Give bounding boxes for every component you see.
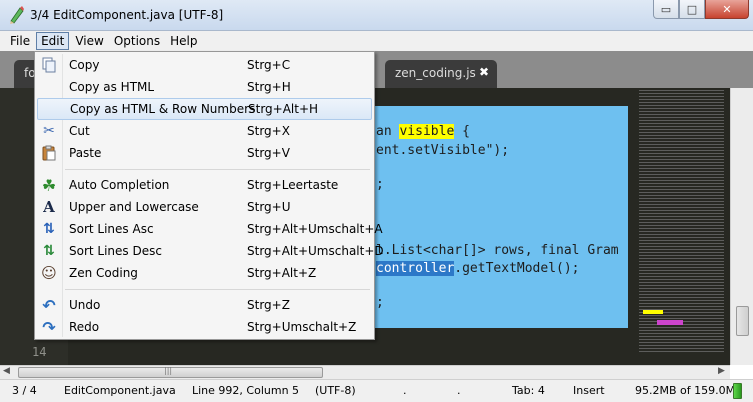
horizontal-scrollbar[interactable]: ◀ ||| ▶ [0, 365, 730, 379]
window-title: 3/4 EditComponent.java [UTF-8] [30, 8, 224, 22]
menu-separator [65, 289, 370, 290]
scissors-icon: ✂ [43, 123, 55, 139]
menu-item-cut[interactable]: ✂ Cut Strg+X [37, 120, 372, 142]
code-line: ; [376, 177, 384, 192]
line-number: 14 [32, 345, 47, 359]
status-file: EditComponent.java [64, 384, 176, 397]
maximize-button[interactable]: □ [679, 0, 705, 19]
code-line: ent.setVisible"); [376, 143, 510, 158]
pencil-app-icon [10, 6, 24, 24]
redo-icon: ↷ [42, 317, 56, 337]
minimap-match [643, 310, 663, 314]
minimap-marker [657, 320, 683, 325]
paste-icon [41, 145, 57, 161]
menu-item-copy-as-html-row-numbers[interactable]: Copy as HTML & Row Numbers Strg+Alt+H [37, 98, 372, 120]
status-memory: 95.2MB of 159.0M [635, 384, 736, 397]
title-bar: 3/4 EditComponent.java [UTF-8] ▭ □ ✕ [0, 0, 753, 31]
menu-item-copy[interactable]: Copy Strg+C [37, 54, 372, 76]
menu-bar: File Edit View Options Help [0, 31, 753, 51]
search-match: visible [399, 124, 455, 139]
sort-desc-icon: ⇅ [43, 243, 55, 259]
menu-item-auto-completion[interactable]: ☘ Auto Completion Strg+Leertaste [37, 174, 372, 196]
menu-edit[interactable]: Edit [36, 32, 70, 50]
code-line: an visible { [376, 124, 470, 139]
status-dot: . [457, 384, 461, 397]
font-case-icon: A [43, 198, 55, 216]
vertical-scroll-thumb[interactable] [736, 306, 749, 336]
window-controls: ▭ □ ✕ [653, 0, 749, 20]
minimize-button[interactable]: ▭ [653, 0, 679, 19]
status-insert-mode: Insert [573, 384, 605, 397]
menu-item-upper-lowercase[interactable]: A Upper and Lowercase Strg+U [37, 196, 372, 218]
status-bar: 3 / 4 EditComponent.java Line 992, Colum… [0, 379, 753, 402]
scroll-right-icon[interactable]: ▶ [718, 366, 725, 376]
menu-file[interactable]: File [6, 33, 34, 49]
menu-view[interactable]: View [71, 33, 107, 49]
status-encoding: (UTF-8) [315, 384, 356, 397]
vertical-scrollbar[interactable] [730, 88, 753, 365]
code-line: controller.getTextModel(); [376, 261, 580, 276]
code-line: l.List<char[]> rows, final Gram [376, 243, 619, 258]
edit-menu-dropdown: Copy Strg+C Copy as HTML Strg+H Copy as … [34, 51, 384, 340]
status-tab-size: Tab: 4 [512, 384, 545, 397]
menu-separator [65, 169, 370, 170]
menu-item-copy-as-html[interactable]: Copy as HTML Strg+H [37, 76, 372, 98]
memory-gauge-icon[interactable] [733, 383, 742, 399]
status-page: 3 / 4 [12, 384, 37, 397]
status-dot: . [403, 384, 407, 397]
code-line: ; [376, 295, 384, 310]
close-button[interactable]: ✕ [705, 0, 749, 19]
scroll-grip-icon: ||| [164, 366, 173, 375]
tab-zen-coding[interactable]: zen_coding.js ✖ [385, 60, 497, 88]
menu-item-zen-coding[interactable]: ☺ Zen Coding Strg+Alt+Z [37, 262, 372, 284]
tab-label: zen_coding.js [395, 66, 476, 80]
menu-help[interactable]: Help [166, 33, 201, 49]
status-position: Line 992, Column 5 [192, 384, 300, 397]
clover-icon: ☘ [41, 175, 57, 195]
sort-asc-icon: ⇅ [43, 221, 55, 237]
menu-options[interactable]: Options [110, 33, 164, 49]
tab-close-icon[interactable]: ✖ [479, 65, 489, 79]
scroll-left-icon[interactable]: ◀ [3, 366, 10, 376]
menu-item-sort-asc[interactable]: ⇅ Sort Lines Asc Strg+Alt+Umschalt+A [37, 218, 382, 240]
menu-item-redo[interactable]: ↷ Redo Strg+Umschalt+Z [37, 316, 372, 338]
minimap[interactable] [635, 88, 730, 353]
menu-item-sort-desc[interactable]: ⇅ Sort Lines Desc Strg+Alt+Umschalt+D [37, 240, 384, 262]
horizontal-scroll-thumb[interactable]: ||| [18, 366, 323, 378]
zen-coding-icon: ☺ [41, 264, 57, 282]
word-highlight: controller [376, 261, 455, 276]
undo-icon: ↶ [42, 295, 56, 315]
text-selection [370, 106, 628, 328]
menu-item-undo[interactable]: ↶ Undo Strg+Z [37, 294, 372, 316]
copy-icon [41, 57, 57, 73]
menu-item-paste[interactable]: Paste Strg+V [37, 142, 372, 164]
